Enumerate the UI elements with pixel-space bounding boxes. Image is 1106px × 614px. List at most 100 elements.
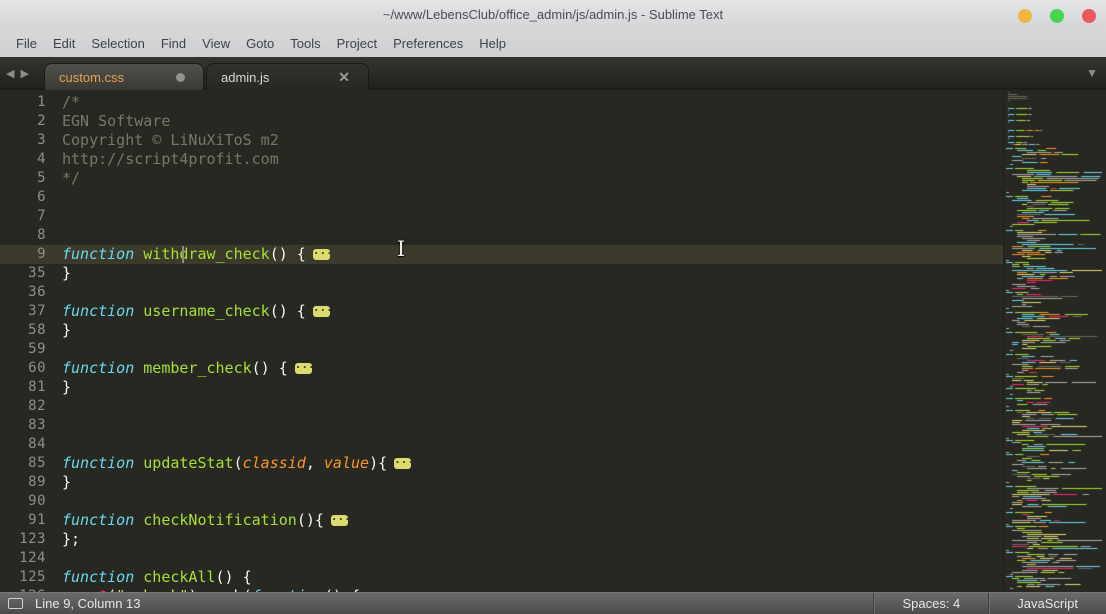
- line-number: 81: [28, 379, 46, 395]
- line-number: 85: [28, 455, 46, 471]
- code-line[interactable]: 124: [0, 549, 1003, 568]
- line-number: 60: [28, 360, 46, 376]
- code-line[interactable]: 125 function checkAll() {: [0, 568, 1003, 587]
- code-text: function member_check() {···: [62, 359, 315, 377]
- fold-indicator-icon[interactable]: ···: [312, 248, 333, 260]
- code-line[interactable]: 9 function withdraw_check() {···: [0, 245, 1003, 264]
- code-line[interactable]: 37 function username_check() {···: [0, 302, 1003, 321]
- title-bar[interactable]: ~/www/LebensClub/office_admin/js/admin.j…: [0, 0, 1106, 30]
- line-number: 36: [28, 284, 46, 300]
- fold-indicator-icon[interactable]: ···: [394, 457, 414, 469]
- code-line[interactable]: 60 function member_check() {···: [0, 359, 1003, 378]
- code-line[interactable]: 4 http://script4profit.com: [0, 150, 1003, 169]
- tab-admin-js[interactable]: admin.js ✕: [206, 63, 369, 90]
- cursor-position: Line 9, Column 13: [35, 596, 141, 611]
- line-number: 89: [28, 474, 46, 490]
- code-line[interactable]: 58}: [0, 321, 1003, 340]
- code-line[interactable]: 2 EGN Software: [0, 112, 1003, 131]
- code-line[interactable]: 3 Copyright © LiNuXiToS m2: [0, 131, 1003, 150]
- line-number: 8: [37, 227, 46, 243]
- line-number: 82: [28, 398, 46, 414]
- line-number: 83: [28, 417, 46, 433]
- code-line[interactable]: 84: [0, 435, 1003, 454]
- code-line[interactable]: 91 function checkNotification(){···: [0, 511, 1003, 530]
- menu-file[interactable]: File: [8, 30, 45, 57]
- code-text: /*: [62, 93, 81, 111]
- menu-find[interactable]: Find: [153, 30, 194, 57]
- menu-view[interactable]: View: [194, 30, 238, 57]
- code-line[interactable]: 7: [0, 207, 1003, 226]
- menu-project[interactable]: Project: [329, 30, 385, 57]
- line-number: 124: [19, 550, 46, 566]
- code-text: }: [62, 321, 72, 339]
- code-line[interactable]: 85 function updateStat(classid, value){··…: [0, 454, 1003, 473]
- tab-custom-css[interactable]: custom.css: [44, 63, 204, 90]
- menu-selection[interactable]: Selection: [83, 30, 152, 57]
- line-number: 123: [19, 531, 46, 547]
- code-text: EGN Software: [62, 112, 171, 130]
- code-editor[interactable]: 1 /* 2 EGN Software 3 Copyright © LiNuXiToS m…: [0, 90, 1003, 592]
- status-bar: Line 9, Column 13 Spaces: 4 JavaScript: [0, 592, 1106, 614]
- minimize-button[interactable]: [1018, 9, 1032, 23]
- code-line[interactable]: 35}: [0, 264, 1003, 283]
- code-text: function checkNotification(){···: [62, 511, 351, 529]
- code-text: }: [62, 378, 72, 396]
- menu-edit[interactable]: Edit: [45, 30, 83, 57]
- menu-preferences[interactable]: Preferences: [385, 30, 471, 57]
- fold-indicator-icon[interactable]: ···: [294, 362, 315, 374]
- code-line[interactable]: 90: [0, 492, 1003, 511]
- code-line[interactable]: 6: [0, 188, 1003, 207]
- code-line[interactable]: 59: [0, 340, 1003, 359]
- code-text: function withdraw_check() {···: [62, 245, 333, 263]
- fold-indicator-icon[interactable]: ···: [330, 514, 351, 526]
- line-number: 1: [37, 94, 46, 110]
- code-text: function checkAll() {: [62, 568, 252, 586]
- code-line[interactable]: 1 /*: [0, 93, 1003, 112]
- code-text: }: [62, 473, 72, 491]
- close-tab-icon[interactable]: ✕: [338, 69, 350, 86]
- code-text: }: [62, 264, 72, 282]
- next-tab-icon[interactable]: ▶: [20, 68, 34, 80]
- code-text: };: [62, 530, 81, 548]
- syntax-setting[interactable]: JavaScript: [988, 592, 1106, 614]
- code-line[interactable]: 36: [0, 283, 1003, 302]
- prev-tab-icon[interactable]: ◀: [6, 68, 20, 80]
- code-line[interactable]: 123};: [0, 530, 1003, 549]
- panel-toggle-icon[interactable]: [8, 598, 23, 609]
- menu-goto[interactable]: Goto: [238, 30, 282, 57]
- indent-setting[interactable]: Spaces: 4: [873, 592, 988, 614]
- fold-indicator-icon[interactable]: ···: [312, 305, 333, 317]
- line-number: 84: [28, 436, 46, 452]
- line-number: 90: [28, 493, 46, 509]
- code-line[interactable]: 8: [0, 226, 1003, 245]
- code-line[interactable]: 5 */: [0, 169, 1003, 188]
- menu-tools[interactable]: Tools: [282, 30, 328, 57]
- line-number: 7: [37, 208, 46, 224]
- line-number: 4: [37, 151, 46, 167]
- tab-overflow-icon[interactable]: ▼: [1086, 66, 1098, 80]
- maximize-button[interactable]: [1050, 9, 1064, 23]
- code-line[interactable]: 82: [0, 397, 1003, 416]
- code-line[interactable]: 83: [0, 416, 1003, 435]
- line-number: 91: [28, 512, 46, 528]
- line-number: 3: [37, 132, 46, 148]
- sublime-text-window: ~/www/LebensClub/office_admin/js/admin.j…: [0, 0, 1106, 614]
- line-number: 37: [28, 303, 46, 319]
- minimap[interactable]: [1003, 90, 1106, 592]
- code-line[interactable]: 81}: [0, 378, 1003, 397]
- code-text: */: [62, 169, 81, 187]
- code-line[interactable]: 89}: [0, 473, 1003, 492]
- tab-label: custom.css: [59, 69, 125, 85]
- code-text: function updateStat(classid, value){···: [62, 454, 414, 472]
- close-window-button[interactable]: [1082, 9, 1096, 23]
- tab-label: admin.js: [221, 69, 270, 85]
- menu-help[interactable]: Help: [471, 30, 514, 57]
